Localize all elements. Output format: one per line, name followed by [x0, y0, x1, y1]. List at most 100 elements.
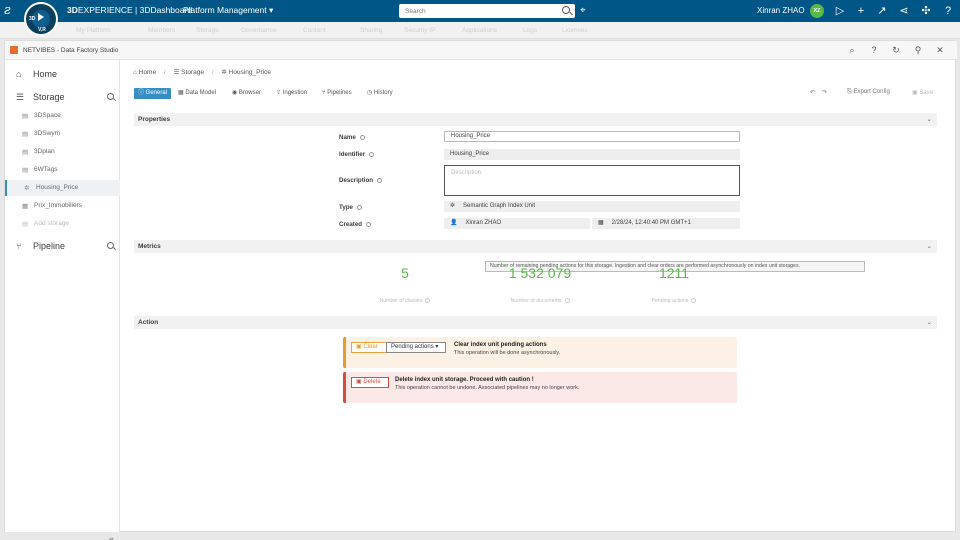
storage-icon: ▤ [22, 167, 29, 174]
save-button[interactable]: ▣ Save [912, 89, 933, 96]
add-icon[interactable]: + [853, 3, 869, 19]
ds-logo-icon[interactable]: ƨ [4, 3, 20, 19]
tab-logs[interactable]: Logs [523, 27, 537, 34]
tab-history[interactable]: ◷ History [363, 88, 397, 99]
share-icon[interactable]: ↗ [874, 3, 890, 19]
breadcrumb-storage[interactable]: Storage [181, 69, 204, 76]
info-icon [691, 298, 697, 303]
type-field: ✲ Semantic Graph Index Unit [444, 201, 740, 212]
sidebar-pipeline[interactable]: ⑂ Pipeline [5, 237, 120, 255]
redo-icon[interactable]: ↷ [822, 89, 827, 96]
pipeline-search-icon[interactable] [107, 242, 114, 249]
username[interactable]: Xinran ZHAO [757, 6, 805, 15]
tools-icon[interactable]: ✣ [918, 3, 934, 19]
app-title: NETVIBES - Data Factory Studio [23, 47, 119, 54]
tab-browser[interactable]: ◉ Browser [228, 88, 265, 99]
platform-menu[interactable]: Platform Management ▾ [183, 5, 273, 16]
pipeline-icon: ⑂ [16, 241, 22, 251]
chevron-down-icon[interactable]: ⌄ [927, 115, 932, 123]
tab-members[interactable]: Members [148, 27, 175, 34]
chevron-down-icon[interactable]: ⌄ [927, 318, 932, 326]
delete-description: This operation cannot be undone. Associa… [395, 385, 580, 391]
graph-icon: ✲ [450, 203, 456, 209]
pending-actions-label: Pending actions [609, 298, 739, 304]
search-box[interactable] [399, 4, 575, 18]
undo-icon[interactable]: ↶ [810, 89, 815, 96]
network-icon[interactable]: ⋖ [896, 3, 912, 19]
sidebar-item-add-storage[interactable]: ▤ Add storage [5, 216, 120, 232]
export-config-button[interactable]: ⎘ Export Config [847, 89, 890, 96]
tab-pipelines[interactable]: ⑂ Pipelines [318, 88, 356, 99]
clear-title: Clear index unit pending actions [454, 342, 547, 348]
app-header: NETVIBES - Data Factory Studio ⌕ ? ↻ ⚲ ✕ [5, 41, 957, 60]
main-panel: ⌂ Home / ☰ Storage / ✲ Housing_Price ⓘ G… [121, 60, 957, 532]
search-icon[interactable] [562, 6, 570, 14]
tab-licenses[interactable]: Licenses [562, 27, 588, 34]
identifier-field: Housing_Price [444, 149, 740, 160]
info-icon [564, 298, 570, 303]
storage-icon: ▤ [22, 113, 29, 120]
properties-section-header[interactable]: Properties ⌄ [134, 113, 937, 126]
compass-icon[interactable]: 3D V,R [24, 2, 58, 36]
created-by-field: 👤 Xinran ZHAO [444, 218, 590, 229]
sidebar-item-housing-price[interactable]: ✲ Housing_Price [5, 180, 120, 196]
identifier-label: Identifier [339, 151, 375, 158]
breadcrumb: ⌂ Home / ☰ Storage / ✲ Housing_Price [133, 69, 271, 76]
help-icon[interactable]: ? [868, 44, 880, 56]
info-icon [377, 178, 383, 183]
sidebar-storage[interactable]: ☰ Storage [5, 88, 120, 106]
dashboard-tab-bar: My Platform Members Storage Governance C… [0, 22, 960, 39]
chevron-down-icon[interactable]: ⌄ [927, 242, 932, 250]
delete-title: Delete index unit storage. Proceed with … [395, 377, 534, 383]
tab-applications[interactable]: Applications [462, 27, 497, 34]
sidebar-item-3dplan[interactable]: ▤ 3Dplan [5, 144, 120, 160]
clear-button[interactable]: ▣ Clear [351, 342, 387, 353]
classes-label: Number of classes [340, 298, 470, 304]
app-window: NETVIBES - Data Factory Studio ⌕ ? ↻ ⚲ ✕… [4, 40, 957, 540]
info-icon [366, 222, 372, 227]
info-icon [425, 298, 431, 303]
tab-my-platform[interactable]: My Platform [76, 27, 111, 34]
sidebar-item-6wtags[interactable]: ▤ 6WTags [5, 162, 120, 178]
tab-sharing[interactable]: Sharing [360, 27, 382, 34]
refresh-icon[interactable]: ↻ [890, 44, 902, 56]
close-icon[interactable]: ✕ [934, 44, 946, 56]
tab-security-ip[interactable]: Security IP [404, 27, 435, 34]
tab-storage[interactable]: Storage [196, 27, 219, 34]
sidebar-item-prix-immobiliers[interactable]: ▦ Prix_Immobiliers [5, 198, 120, 214]
storage-icon: ▤ [22, 149, 29, 156]
tab-content[interactable]: Content [303, 27, 326, 34]
tab-governance[interactable]: Governance [241, 27, 276, 34]
clear-description: This operation will be done asynchronous… [454, 350, 561, 356]
name-input[interactable] [444, 131, 740, 142]
brand-title: 3DEXPERIENCE | 3DDashboard [67, 5, 193, 15]
name-label: Name [339, 134, 365, 141]
help-icon[interactable]: ? [940, 3, 956, 19]
calendar-icon: ▦ [598, 220, 604, 226]
tab-ingestion[interactable]: ⇪ Ingestion [272, 88, 311, 99]
search-input[interactable] [399, 4, 549, 18]
pending-actions-select[interactable]: Pending actions ▾ [386, 342, 446, 353]
info-icon [356, 205, 362, 210]
sidebar-item-3dspace[interactable]: ▤ 3DSpace [5, 108, 120, 124]
sidebar-item-3dswym[interactable]: ▤ 3DSwym [5, 126, 120, 142]
activity-stream-icon[interactable]: ▷ [832, 3, 848, 19]
tab-general[interactable]: ⓘ General [134, 88, 172, 99]
breadcrumb-home[interactable]: Home [139, 69, 156, 76]
description-textarea[interactable]: Description [444, 165, 740, 196]
search-icon[interactable]: ⌕ [846, 44, 858, 56]
pin-icon[interactable]: ⚲ [912, 44, 924, 56]
classes-count: 5 [401, 265, 409, 281]
storage-search-icon[interactable] [107, 93, 114, 100]
database-icon: ☰ [173, 69, 180, 76]
metrics-section-header[interactable]: Metrics ⌄ [134, 240, 937, 253]
avatar[interactable]: XZ [810, 4, 824, 18]
delete-button[interactable]: ▣ Delete [351, 377, 389, 388]
sidebar-home[interactable]: ⌂ Home [5, 65, 120, 83]
trash-icon: ▣ [356, 344, 362, 350]
tab-data-model[interactable]: ▦ Data Model [174, 88, 220, 99]
collapse-sidebar-icon[interactable]: « [109, 534, 114, 540]
action-section-header[interactable]: Action ⌄ [134, 316, 937, 329]
created-date-field: ▦ 2/28/24, 12:40:40 PM GMT+1 [592, 218, 740, 229]
tag-icon[interactable]: ⌖ [580, 5, 591, 16]
